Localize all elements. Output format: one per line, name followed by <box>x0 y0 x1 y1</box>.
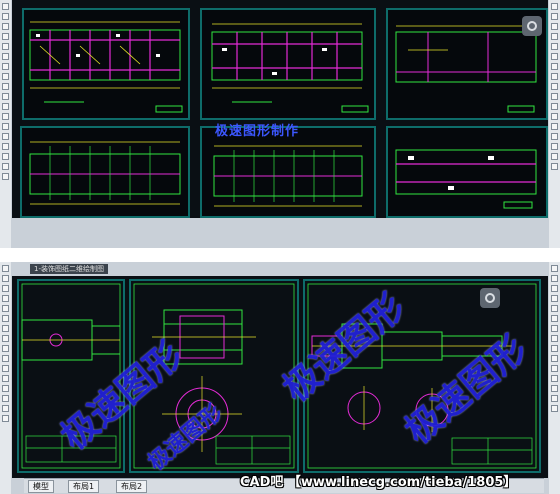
fillet-tool-icon[interactable] <box>551 143 558 150</box>
floor-plan-drawing <box>29 141 181 205</box>
region-tool-icon[interactable] <box>2 385 9 392</box>
tab-layout-2[interactable]: 布局2 <box>116 480 148 493</box>
ellipse-tool-icon[interactable] <box>2 365 9 372</box>
floor-plan-drawing <box>211 23 369 113</box>
drawing-canvas[interactable] <box>12 0 548 218</box>
move-tool-icon[interactable] <box>551 315 558 322</box>
spline-tool-icon[interactable] <box>2 93 9 100</box>
footer-caption: CAD吧 【www.linecg.com/tieba/1805】 <box>240 475 517 490</box>
erase-tool-icon[interactable] <box>551 3 558 10</box>
scale-tool-icon[interactable] <box>551 335 558 342</box>
mirror-tool-icon[interactable] <box>551 285 558 292</box>
explode-tool-icon[interactable] <box>551 395 558 402</box>
navigation-wheel-icon <box>485 293 495 303</box>
region-tool-icon[interactable] <box>2 123 9 130</box>
gradient-tool-icon[interactable] <box>2 133 9 140</box>
explode-tool-icon[interactable] <box>551 153 558 160</box>
array-tool-icon[interactable] <box>551 305 558 312</box>
floor-plan-drawing <box>395 149 537 209</box>
view-navigation-wheel[interactable] <box>480 288 500 308</box>
break-tool-icon[interactable] <box>551 113 558 120</box>
line-tool-icon[interactable] <box>2 265 9 272</box>
table-tool-icon[interactable] <box>2 375 9 382</box>
trim-tool-icon[interactable] <box>551 93 558 100</box>
offset-tool-icon[interactable] <box>551 33 558 40</box>
point-tool-icon[interactable] <box>2 83 9 90</box>
rectangle-tool-icon[interactable] <box>2 305 9 312</box>
erase-tool-icon[interactable] <box>551 265 558 272</box>
line-tool-icon[interactable] <box>2 3 9 10</box>
watermark-text: 极速图形制作 <box>215 124 300 139</box>
table-tool-icon[interactable] <box>2 113 9 120</box>
text-tool-icon[interactable] <box>2 63 9 70</box>
view-navigation-wheel[interactable] <box>522 16 542 36</box>
boundary-tool-icon[interactable] <box>2 143 9 150</box>
stretch-tool-icon[interactable] <box>551 345 558 352</box>
rotate-tool-icon[interactable] <box>551 325 558 332</box>
chamfer-tool-icon[interactable] <box>551 133 558 140</box>
move-tool-icon[interactable] <box>551 53 558 60</box>
right-modify-toolbar <box>549 0 560 248</box>
gradient-tool-icon[interactable] <box>2 395 9 402</box>
text-tool-icon[interactable] <box>2 325 9 332</box>
chamfer-tool-icon[interactable] <box>551 375 558 382</box>
drawing-sheet <box>386 126 548 218</box>
circle-tool-icon[interactable] <box>2 23 9 30</box>
hatch-tool-icon[interactable] <box>2 315 9 322</box>
left-draw-toolbar <box>0 0 11 248</box>
spline-tool-icon[interactable] <box>2 355 9 362</box>
point-tool-icon[interactable] <box>2 345 9 352</box>
mtext-tool-icon[interactable] <box>2 173 9 180</box>
stretch-tool-icon[interactable] <box>551 83 558 90</box>
command-area <box>12 218 548 248</box>
circle-tool-icon[interactable] <box>2 285 9 292</box>
scale-tool-icon[interactable] <box>551 73 558 80</box>
floor-plan-drawing <box>29 21 183 113</box>
navigation-wheel-icon <box>527 21 537 31</box>
revcloud-tool-icon[interactable] <box>2 153 9 160</box>
mtext-tool-icon[interactable] <box>2 415 9 422</box>
block-tool-icon[interactable] <box>2 73 9 80</box>
wipeout-tool-icon[interactable] <box>2 163 9 170</box>
bottom-screenshot: 极速图形 极速图形 极速图形 极速图形 模型 布局1 布局2 <box>0 262 560 494</box>
properties-tool-icon[interactable] <box>551 163 558 170</box>
top-screenshot: 极速图形制作 <box>0 0 560 248</box>
arc-tool-icon[interactable] <box>2 295 9 302</box>
copy-tool-icon[interactable] <box>551 13 558 20</box>
offset-tool-icon[interactable] <box>551 295 558 302</box>
drawing-sheet <box>20 126 190 218</box>
array-tool-icon[interactable] <box>551 43 558 50</box>
fillet-tool-icon[interactable] <box>551 385 558 392</box>
drawing-sheet <box>386 8 548 120</box>
extend-tool-icon[interactable] <box>551 103 558 110</box>
properties-tool-icon[interactable] <box>551 405 558 412</box>
block-tool-icon[interactable] <box>2 335 9 342</box>
floor-plan-drawing <box>213 145 363 207</box>
copy-tool-icon[interactable] <box>551 275 558 282</box>
hatch-tool-icon[interactable] <box>2 53 9 60</box>
extend-tool-icon[interactable] <box>551 365 558 372</box>
drawing-sheet <box>200 8 376 120</box>
rectangle-tool-icon[interactable] <box>2 43 9 50</box>
divider <box>0 248 560 262</box>
boundary-tool-icon[interactable] <box>2 405 9 412</box>
rotate-tool-icon[interactable] <box>551 63 558 70</box>
mirror-tool-icon[interactable] <box>551 23 558 30</box>
file-tab[interactable]: 1-装饰图纸二维绘制图 <box>30 264 108 274</box>
left-draw-toolbar <box>0 262 11 494</box>
right-modify-toolbar <box>549 262 560 494</box>
trim-tool-icon[interactable] <box>551 355 558 362</box>
polyline-tool-icon[interactable] <box>2 13 9 20</box>
arc-tool-icon[interactable] <box>2 33 9 40</box>
drawing-sheet <box>200 126 376 218</box>
tab-model[interactable]: 模型 <box>28 480 54 493</box>
ellipse-tool-icon[interactable] <box>2 103 9 110</box>
polyline-tool-icon[interactable] <box>2 275 9 282</box>
drawing-sheet <box>22 8 190 120</box>
tab-layout-1[interactable]: 布局1 <box>68 480 100 493</box>
join-tool-icon[interactable] <box>551 123 558 130</box>
